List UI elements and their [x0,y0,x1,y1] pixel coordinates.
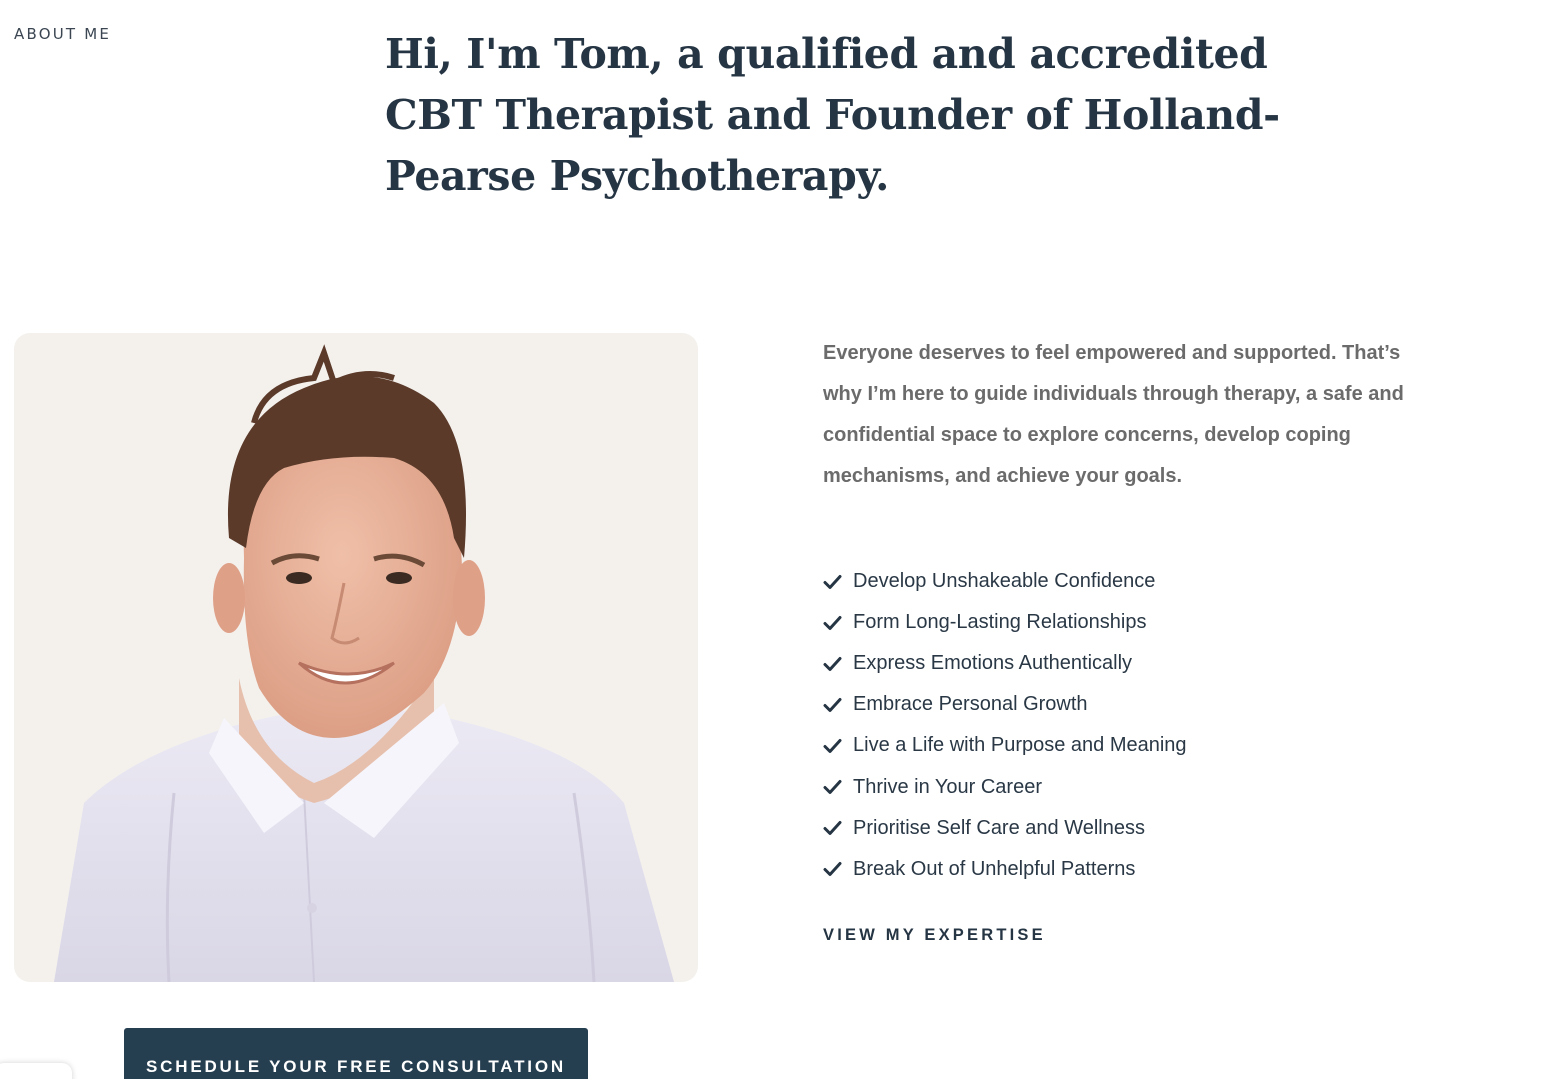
list-item: Express Emotions Authentically [823,643,1187,684]
check-icon [823,697,842,712]
section-label: ABOUT ME [14,25,112,43]
list-item: Embrace Personal Growth [823,684,1187,725]
check-icon [823,780,842,795]
check-icon [823,656,842,671]
check-icon [823,821,842,836]
schedule-consultation-button[interactable]: SCHEDULE YOUR FREE CONSULTATION [124,1028,588,1079]
list-item-label: Live a Life with Purpose and Meaning [853,734,1187,757]
list-item-label: Form Long-Lasting Relationships [853,611,1147,634]
benefits-list: Develop Unshakeable Confidence Form Long… [823,561,1187,890]
list-item: Live a Life with Purpose and Meaning [823,725,1187,766]
list-item-label: Thrive in Your Career [853,775,1042,798]
list-item-label: Develop Unshakeable Confidence [853,570,1156,593]
list-item-label: Prioritise Self Care and Wellness [853,816,1145,839]
list-item: Thrive in Your Career [823,766,1187,807]
portrait-illustration [54,344,674,982]
intro-paragraph: Everyone deserves to feel empowered and … [823,342,1404,487]
list-item-label: Embrace Personal Growth [853,693,1088,716]
list-item-label: Express Emotions Authentically [853,652,1133,675]
list-item-label: Break Out of Unhelpful Patterns [853,857,1136,880]
list-item: Form Long-Lasting Relationships [823,602,1187,643]
list-item: Prioritise Self Care and Wellness [823,808,1187,849]
chat-widget[interactable] [0,1063,72,1079]
check-icon [823,615,842,630]
page-title: Hi, I'm Tom, a qualified and accredited … [385,30,1280,200]
list-item: Develop Unshakeable Confidence [823,561,1187,602]
check-icon [823,738,842,753]
check-icon [823,862,842,877]
view-expertise-link[interactable]: VIEW MY EXPERTISE [823,926,1046,945]
check-icon [823,574,842,589]
list-item: Break Out of Unhelpful Patterns [823,849,1187,890]
therapist-photo [14,333,698,982]
